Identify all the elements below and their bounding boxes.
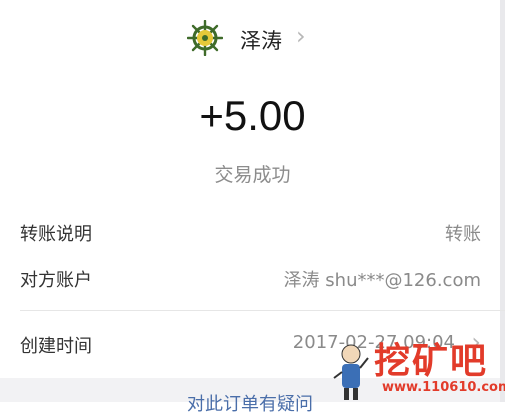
miner-mascot-icon [333,344,369,400]
ship-wheel-icon [187,20,223,56]
transaction-status: 交易成功 [214,164,291,186]
watermark-brand: 挖矿吧 [374,341,489,382]
payee-name: 泽涛 [240,29,282,53]
payee-header[interactable]: 泽涛 › [0,16,505,60]
detail-value: 转账 [445,224,481,245]
detail-row-note: 转账说明 转账 [20,216,481,246]
divider [20,310,505,311]
chevron-right-icon: › [296,22,306,50]
transaction-amount: +5.00 [199,92,306,139]
watermark: 挖矿吧 www.110610.com [328,338,505,402]
detail-label: 对方账户 [20,270,92,291]
detail-label: 转账说明 [20,224,92,245]
detail-row-account: 对方账户 泽涛 shu***@126.com [20,262,481,292]
detail-value: 泽涛 shu***@126.com [283,270,481,291]
detail-label: 创建时间 [20,336,92,357]
watermark-url: www.110610.com [382,380,505,395]
